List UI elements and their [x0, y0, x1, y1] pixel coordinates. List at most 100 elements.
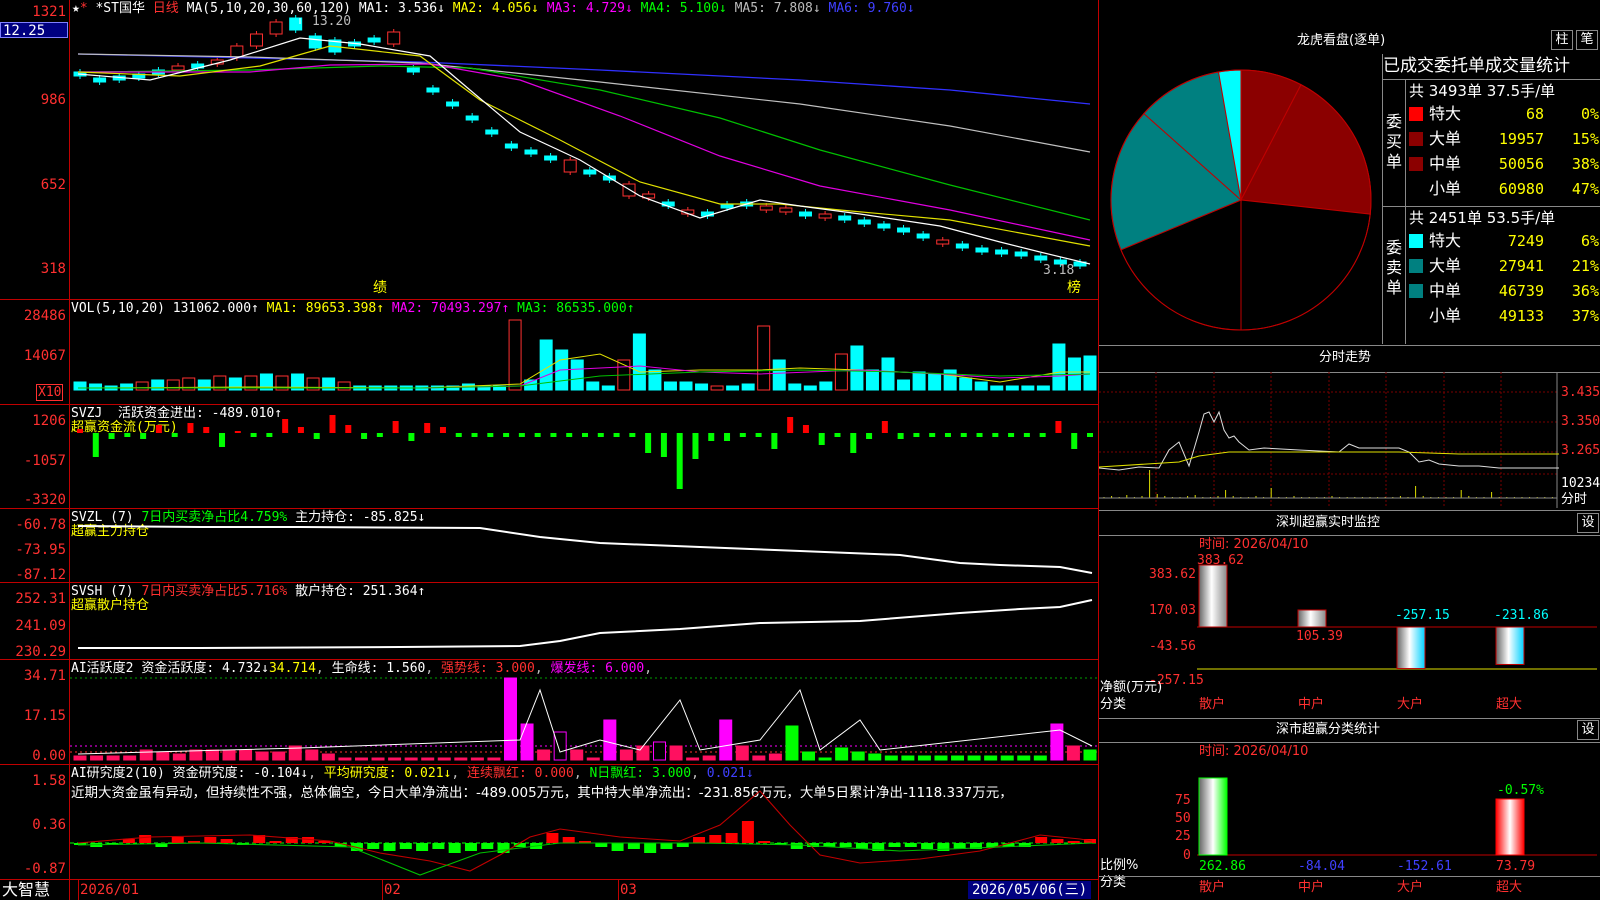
candle-body: [818, 213, 832, 219]
svzj-bar: [976, 433, 983, 437]
sz-stats-bars[interactable]: [1197, 777, 1597, 857]
ai-activity-bar: [951, 755, 965, 761]
yj-research-svg[interactable]: [0, 765, 1098, 879]
sz-stats-category: 中户: [1298, 880, 1325, 895]
yj-bar: [725, 833, 738, 843]
ai-activity-bar: [189, 749, 203, 761]
candle-body: [406, 67, 420, 73]
volume-bar: [772, 359, 786, 391]
volume-bar: [897, 379, 911, 391]
ai-activity-bar: [537, 749, 551, 761]
svzl-line-svg[interactable]: [0, 509, 1098, 583]
svzj-bar: [739, 433, 746, 437]
svsh-line-svg[interactable]: [0, 583, 1098, 660]
ai-activity-bar: [1083, 749, 1097, 761]
ai-activity-bar: [752, 755, 766, 761]
volume-bar: [337, 381, 351, 391]
sz-monitor-bars[interactable]: [1197, 564, 1597, 695]
intraday-price: 3.435: [1561, 385, 1600, 400]
tag-left[interactable]: 绩: [373, 281, 387, 296]
yj-bar: [758, 841, 771, 843]
svzj-bar: [960, 433, 967, 437]
lhb-row-name: 小单: [1429, 179, 1462, 198]
ai-activity-bar: [636, 745, 650, 761]
candle-body: [269, 21, 283, 35]
ai-activity-bar: [603, 719, 617, 761]
ai-activity-bar: [768, 753, 782, 761]
ai-activity-bar: [354, 757, 368, 761]
volume-bar: [73, 381, 87, 391]
bar-view-button[interactable]: 柱: [1551, 30, 1573, 50]
sz-stats-category: 大户: [1397, 880, 1424, 895]
yj-bar: [790, 843, 803, 849]
ai-activity-bar: [570, 749, 584, 761]
candle-body: [798, 211, 812, 217]
ma2-line: [77, 45, 1091, 247]
svzj-bar: [550, 433, 557, 437]
kline-chart-area[interactable]: 1321 986 652 318 12.25 ★* *ST国华 日线 MA(5,…: [0, 0, 1099, 900]
sz-stats-axis: 50: [1175, 811, 1191, 826]
svzj-bar: [345, 425, 352, 433]
current-date-box[interactable]: 2026/05/06(三): [968, 881, 1092, 899]
sz-stats-ylabel: 比例%: [1100, 858, 1139, 873]
lhb-row-volume: 50056: [1498, 155, 1544, 173]
ai-activity-bar: [239, 749, 253, 761]
svzj-bar: [992, 433, 999, 437]
svzj-bar: [566, 433, 573, 437]
svzj-bar: [1071, 433, 1078, 449]
svzj-bar: [282, 419, 289, 433]
candle-body: [171, 65, 185, 71]
pie-slice: [1240, 199, 1371, 331]
intraday-price: 3.265: [1561, 443, 1600, 458]
svzj-bars-svg[interactable]: [0, 405, 1098, 509]
volume-bar: [135, 381, 149, 391]
ai-activity-svg[interactable]: [0, 660, 1098, 764]
candle-body: [759, 205, 773, 211]
lhb-pie-chart[interactable]: [1099, 60, 1389, 350]
volume-bar: [1052, 343, 1066, 391]
svzj-bar: [171, 433, 178, 437]
svzj-bar: [518, 433, 525, 437]
svzj-bar: [187, 423, 194, 433]
candle-body: [465, 115, 479, 121]
svzj-bar: [124, 433, 131, 437]
tick-view-button[interactable]: 笔: [1576, 30, 1598, 50]
lhb-row: 中单 50056 38%: [1409, 154, 1599, 174]
tag-right[interactable]: 榜: [1067, 281, 1081, 296]
svzj-bar: [787, 417, 794, 433]
sz-monitor-xlabel: 分类: [1100, 697, 1127, 712]
ai-activity-bar: [686, 757, 700, 761]
candle-body: [1014, 251, 1028, 257]
volume-bar: [1005, 385, 1019, 391]
sz-monitor-axis: 170.03: [1149, 603, 1196, 618]
lhb-row-pct: 38%: [1571, 155, 1599, 173]
yj-bar: [741, 821, 754, 843]
volume-bar: [741, 383, 755, 391]
lhb-row-volume: 60980: [1498, 180, 1544, 198]
ai-activity-bar: [421, 757, 435, 761]
ai-activity-bar: [917, 755, 931, 761]
high-mark: 13.20: [312, 14, 352, 29]
price-kline-svg[interactable]: [0, 0, 1098, 299]
sz-stats-settings-button[interactable]: 设: [1577, 720, 1599, 740]
volume-bar: [601, 385, 615, 391]
svzj-bar: [613, 433, 620, 437]
svzj-bar: [913, 433, 920, 437]
lhb-row: 大单 27941 21%: [1409, 256, 1599, 276]
ai-activity-bar: [338, 757, 352, 761]
volume-bars-svg[interactable]: [0, 300, 1098, 404]
sz-monitor-settings-button[interactable]: 设: [1577, 513, 1599, 533]
intraday-chart[interactable]: [1098, 372, 1559, 508]
yj-bar: [464, 843, 477, 851]
ai-activity-bar: [619, 749, 633, 761]
sz-stats-title: 深市超赢分类统计: [1276, 722, 1381, 737]
svzj-bar: [724, 433, 731, 441]
ai-activity-bar: [1050, 723, 1064, 761]
svzj-bar: [1039, 433, 1046, 437]
lhb-row: 特大 68 0%: [1409, 104, 1599, 124]
ai-activity-bar: [553, 731, 567, 761]
svzj-bar: [834, 433, 841, 437]
ai-activity-bar: [984, 755, 998, 761]
ai-activity-bar: [255, 751, 269, 761]
svzj-bar: [534, 433, 541, 437]
